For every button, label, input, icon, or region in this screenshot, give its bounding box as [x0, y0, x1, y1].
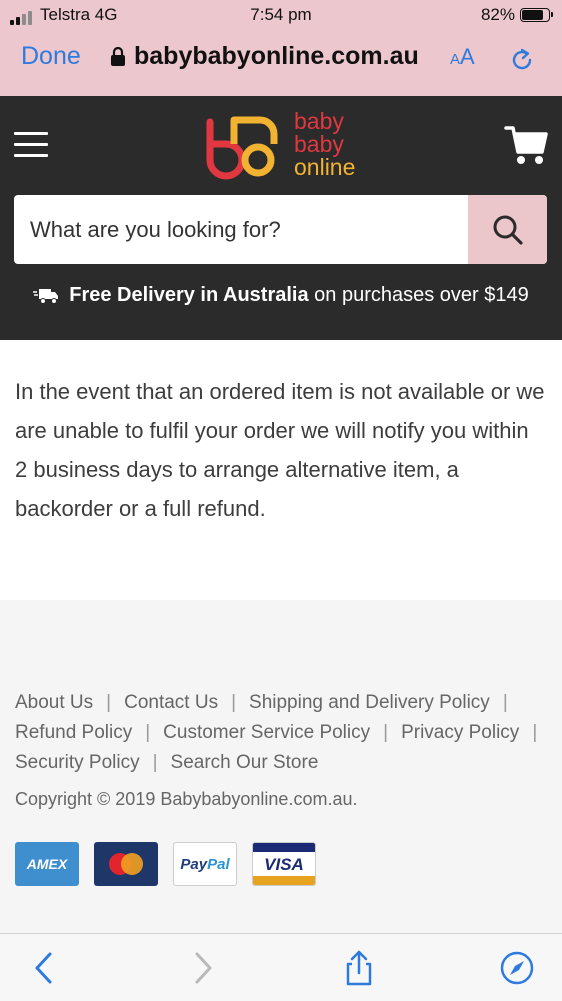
promo-rest: on purchases over $149	[314, 284, 529, 306]
logo-text: baby baby online	[294, 110, 355, 179]
battery-icon	[520, 8, 553, 22]
text-size-small: A	[450, 51, 461, 68]
visa-icon: VISA	[252, 842, 316, 886]
payment-methods: AMEX Pay Pal VISA	[15, 842, 316, 886]
browser-toolbar	[0, 933, 562, 1001]
refund-paragraph: In the event that an ordered item is not…	[15, 379, 545, 521]
done-button[interactable]: Done	[21, 42, 81, 71]
site-footer: About Us | Contact Us | Shipping and Deliver…	[0, 600, 562, 933]
url-text: babybabyonline.com.au	[134, 42, 419, 70]
logo-line-2: baby	[294, 131, 344, 157]
footer-link-shipping[interactable]: Shipping and Delivery Policy	[249, 692, 490, 713]
copyright-text: Copyright © 2019 Babybabyonline.com.au.	[15, 789, 358, 809]
menu-icon[interactable]	[14, 132, 48, 158]
logo-line-3: online	[294, 154, 356, 180]
address-field[interactable]: babybabyonline.com.au	[110, 42, 419, 71]
footer-separator: |	[145, 722, 151, 743]
site-header: baby baby online Free Delivery in Austr	[0, 96, 562, 340]
amex-icon: AMEX	[15, 842, 79, 886]
back-icon[interactable]	[27, 950, 63, 986]
status-time: 7:54 pm	[250, 5, 312, 24]
paypal-label-2: Pal	[207, 855, 230, 873]
footer-link-refund[interactable]: Refund Policy	[15, 722, 132, 743]
footer-link-customer-service[interactable]: Customer Service Policy	[163, 722, 370, 743]
delivery-truck-icon	[33, 288, 59, 304]
cart-icon[interactable]	[504, 124, 548, 166]
footer-separator: |	[532, 722, 538, 743]
footer-link-search[interactable]: Search Our Store	[171, 752, 319, 773]
footer-separator: |	[502, 692, 508, 713]
footer-separator: |	[231, 692, 237, 713]
footer-separator: |	[106, 692, 112, 713]
visa-label: VISA	[264, 855, 304, 874]
mastercard-icon	[94, 842, 158, 886]
forward-icon[interactable]	[184, 950, 220, 986]
footer-separator: |	[383, 722, 389, 743]
footer-link-security[interactable]: Security Policy	[15, 752, 140, 773]
battery-percent: 82%	[480, 5, 515, 24]
text-size-large: A	[460, 44, 475, 69]
footer-link-contact[interactable]: Contact Us	[124, 692, 218, 713]
share-icon[interactable]	[341, 950, 377, 986]
footer-links: About Us | Contact Us | Shipping and Deliver…	[15, 688, 555, 778]
footer-separator: |	[152, 752, 158, 773]
url-bar: Done babybabyonline.com.au AA	[0, 38, 562, 82]
text-size-button[interactable]: AA	[450, 44, 475, 70]
search-bar	[14, 195, 547, 264]
search-icon	[493, 215, 523, 245]
footer-link-about[interactable]: About Us	[15, 692, 93, 713]
logo-line-1: baby	[294, 108, 344, 134]
search-input[interactable]	[14, 195, 467, 264]
paypal-label-1: Pay	[180, 855, 208, 873]
amex-label: AMEX	[26, 856, 68, 872]
browser-chrome: Telstra 4G 7:54 pm 82% Done babybabyonli…	[0, 0, 562, 96]
site-logo[interactable]: baby baby online	[198, 110, 368, 182]
status-right: 82%	[480, 5, 553, 25]
status-bar: Telstra 4G 7:54 pm 82%	[0, 0, 562, 30]
lock-icon	[111, 46, 125, 66]
reload-icon[interactable]	[508, 46, 536, 74]
promo-bold: Free Delivery in Australia	[69, 284, 309, 306]
compass-icon[interactable]	[499, 950, 535, 986]
promo-banner: Free Delivery in Australia on purchases …	[0, 284, 562, 307]
footer-link-privacy[interactable]: Privacy Policy	[401, 722, 519, 743]
paypal-icon: Pay Pal	[173, 842, 237, 886]
search-button[interactable]	[468, 195, 547, 264]
logo-mark-icon	[206, 116, 278, 180]
